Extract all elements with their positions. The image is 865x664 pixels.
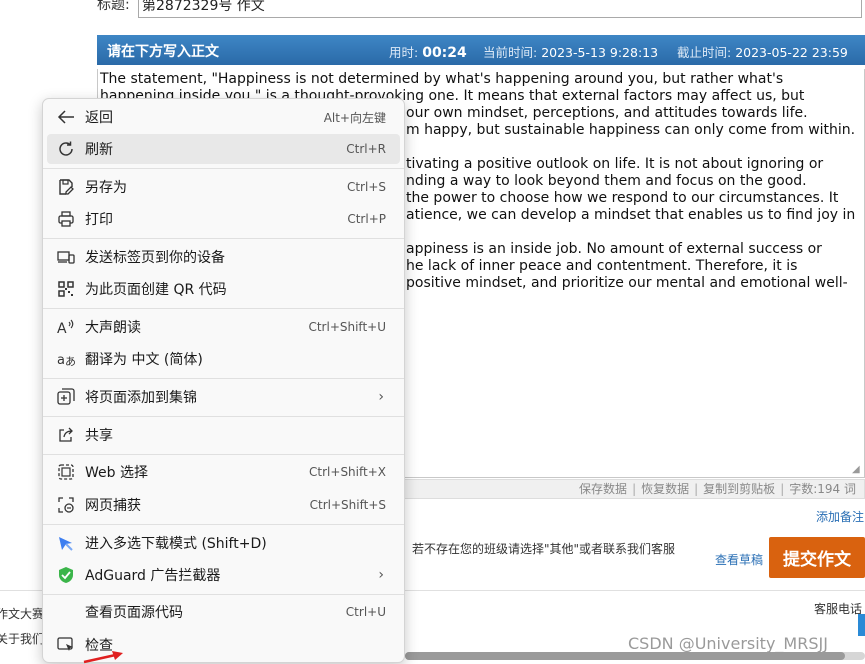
send-to-device-icon bbox=[54, 249, 78, 265]
menu-item-label: 网页捕获 bbox=[85, 498, 141, 514]
chevron-right-icon: › bbox=[378, 389, 384, 405]
horizontal-scrollbar[interactable] bbox=[405, 652, 865, 660]
menu-item-label: AdGuard 广告拦截器 bbox=[85, 568, 221, 584]
footer-service-phone: 客服电话 bbox=[814, 602, 863, 616]
menu-item-label: Web 选择 bbox=[85, 465, 148, 481]
share-icon bbox=[54, 426, 78, 444]
svg-text:a: a bbox=[57, 353, 65, 367]
menu-divider bbox=[43, 594, 404, 595]
menu-item-shortcut: Ctrl+Shift+U bbox=[308, 320, 386, 334]
submit-essay-button[interactable]: 提交作文 bbox=[769, 537, 865, 578]
inspect-icon bbox=[54, 636, 78, 654]
menu-divider bbox=[43, 308, 404, 309]
menu-item-view-source[interactable]: 查看页面源代码 Ctrl+U bbox=[47, 597, 400, 627]
menu-item-adguard[interactable]: AdGuard 广告拦截器 › bbox=[47, 560, 400, 590]
menu-item-label: 将页面添加到集锦 bbox=[85, 390, 197, 406]
menu-item-label: 大声朗读 bbox=[85, 320, 141, 336]
menu-item-qr-code[interactable]: 为此页面创建 QR 代码 bbox=[47, 274, 400, 304]
web-select-icon bbox=[54, 463, 78, 481]
menu-item-label: 检查 bbox=[85, 638, 113, 654]
adguard-shield-icon bbox=[54, 566, 78, 584]
menu-item-translate[interactable]: aあ 翻译为 中文 (简体) bbox=[47, 344, 400, 374]
annotation-arrow-icon bbox=[83, 651, 123, 664]
menu-item-shortcut: Ctrl+S bbox=[346, 180, 386, 194]
menu-item-shortcut: Ctrl+P bbox=[347, 212, 386, 226]
menu-item-label: 另存为 bbox=[85, 180, 127, 196]
menu-item-label: 进入多选下载模式 (Shift+D) bbox=[85, 536, 267, 552]
menu-item-label: 共享 bbox=[85, 428, 113, 444]
menu-item-shortcut: Ctrl+U bbox=[345, 605, 386, 619]
menu-item-label: 返回 bbox=[85, 110, 113, 126]
resize-grip-icon[interactable]: ◢ bbox=[852, 464, 862, 475]
menu-item-shortcut: Alt+向左键 bbox=[323, 110, 386, 125]
menu-divider bbox=[43, 454, 404, 455]
menu-item-label: 发送标签页到你的设备 bbox=[85, 250, 225, 266]
restore-data-button[interactable]: 恢复数据 bbox=[641, 482, 689, 496]
view-draft-link[interactable]: 查看草稿 bbox=[715, 551, 763, 568]
watermark: CSDN @University_MRSJJ bbox=[628, 634, 828, 653]
word-count: 字数:194 词 bbox=[789, 482, 856, 496]
menu-item-label: 刷新 bbox=[85, 142, 113, 158]
menu-item-web-select[interactable]: Web 选择 Ctrl+Shift+X bbox=[47, 457, 400, 487]
save-as-icon bbox=[54, 178, 78, 196]
menu-item-print[interactable]: 打印 Ctrl+P bbox=[47, 204, 400, 234]
translate-icon: aあ bbox=[54, 351, 78, 367]
menu-item-web-capture[interactable]: 网页捕获 Ctrl+Shift+S bbox=[47, 490, 400, 520]
editor-header: 请在下方写入正文 用时: 00:24 当前时间: 2023-5-13 9:28:… bbox=[97, 35, 865, 65]
menu-divider bbox=[43, 238, 404, 239]
class-hint: 。若不存在您的班级请选择"其他"或者联系我们客服 bbox=[400, 542, 676, 556]
menu-item-read-aloud[interactable]: A 大声朗读 Ctrl+Shift+U bbox=[47, 312, 400, 342]
editor-prompt: 请在下方写入正文 bbox=[107, 44, 219, 60]
menu-divider bbox=[43, 168, 404, 169]
menu-item-refresh[interactable]: 刷新 Ctrl+R bbox=[47, 134, 400, 164]
menu-item-multi-download[interactable]: 进入多选下载模式 (Shift+D) bbox=[47, 528, 400, 558]
menu-item-shortcut: Ctrl+Shift+S bbox=[309, 498, 386, 512]
multi-download-icon bbox=[54, 534, 78, 552]
menu-item-send-to-device[interactable]: 发送标签页到你的设备 bbox=[47, 242, 400, 272]
menu-item-shortcut: Ctrl+Shift+X bbox=[309, 465, 386, 479]
menu-item-label: 查看页面源代码 bbox=[85, 605, 183, 621]
footer-link-about[interactable]: 关于我们 bbox=[0, 630, 44, 647]
elapsed-time: 用时: 00:24 bbox=[389, 45, 467, 61]
menu-item-label: 翻译为 中文 (简体) bbox=[85, 352, 203, 368]
web-capture-icon bbox=[54, 496, 78, 514]
title-input[interactable]: 第2872329号 作文 bbox=[138, 0, 862, 18]
save-data-button[interactable]: 保存数据 bbox=[579, 482, 627, 496]
menu-item-save-as[interactable]: 另存为 Ctrl+S bbox=[47, 172, 400, 202]
essay-line: The statement, "Happiness is not determi… bbox=[100, 71, 784, 87]
read-aloud-icon: A bbox=[54, 319, 78, 335]
svg-text:あ: あ bbox=[65, 355, 75, 367]
context-menu: 返回 Alt+向左键 刷新 Ctrl+R 另存为 Ctrl+S 打印 Ctrl+… bbox=[42, 98, 405, 663]
menu-divider bbox=[43, 524, 404, 525]
menu-item-label: 打印 bbox=[85, 212, 113, 228]
copy-clipboard-button[interactable]: 复制到剪贴板 bbox=[703, 482, 775, 496]
horizontal-scrollbar-thumb[interactable] bbox=[405, 652, 845, 660]
chevron-right-icon: › bbox=[378, 567, 384, 583]
svg-text:A: A bbox=[57, 321, 67, 335]
collections-icon bbox=[54, 388, 78, 406]
title-label: 标题: bbox=[97, 0, 130, 13]
footer-link-contest[interactable]: 作文大赛 bbox=[0, 605, 44, 622]
print-icon bbox=[54, 210, 78, 228]
menu-item-back[interactable]: 返回 Alt+向左键 bbox=[47, 102, 400, 132]
back-arrow-icon bbox=[54, 109, 78, 125]
menu-divider bbox=[43, 416, 404, 417]
refresh-icon bbox=[54, 140, 78, 158]
qr-code-icon bbox=[54, 281, 78, 297]
side-scroll-handle[interactable] bbox=[858, 614, 865, 636]
current-time: 当前时间: 2023-5-13 9:28:13 bbox=[483, 45, 659, 60]
menu-item-shortcut: Ctrl+R bbox=[346, 142, 386, 156]
menu-item-label: 为此页面创建 QR 代码 bbox=[85, 282, 227, 298]
menu-divider bbox=[43, 378, 404, 379]
menu-item-add-to-collections[interactable]: 将页面添加到集锦 › bbox=[47, 382, 400, 412]
add-note-link[interactable]: 添加备注 bbox=[816, 508, 864, 525]
deadline-time: 截止时间: 2023-05-22 23:59 bbox=[677, 45, 848, 60]
menu-item-share[interactable]: 共享 bbox=[47, 420, 400, 450]
